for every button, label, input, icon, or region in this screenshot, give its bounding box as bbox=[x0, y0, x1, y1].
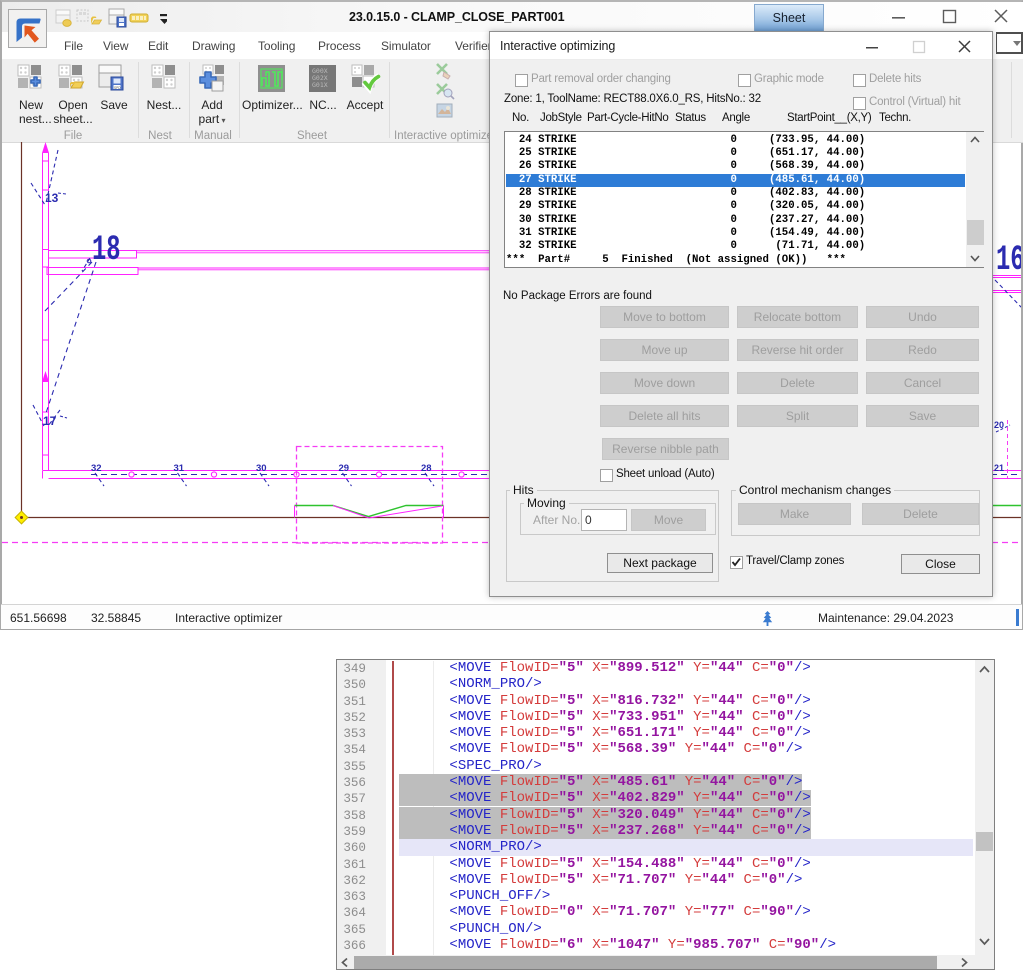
svg-text:28: 28 bbox=[421, 463, 432, 474]
svg-text:16: 16 bbox=[996, 240, 1021, 280]
svg-text:30: 30 bbox=[256, 463, 267, 474]
svg-text:17: 17 bbox=[43, 414, 57, 428]
svg-text:29: 29 bbox=[339, 463, 350, 474]
svg-text:32: 32 bbox=[91, 463, 102, 474]
svg-text:18: 18 bbox=[92, 230, 121, 270]
svg-text:21: 21 bbox=[994, 463, 1004, 473]
svg-text:31: 31 bbox=[174, 463, 185, 474]
